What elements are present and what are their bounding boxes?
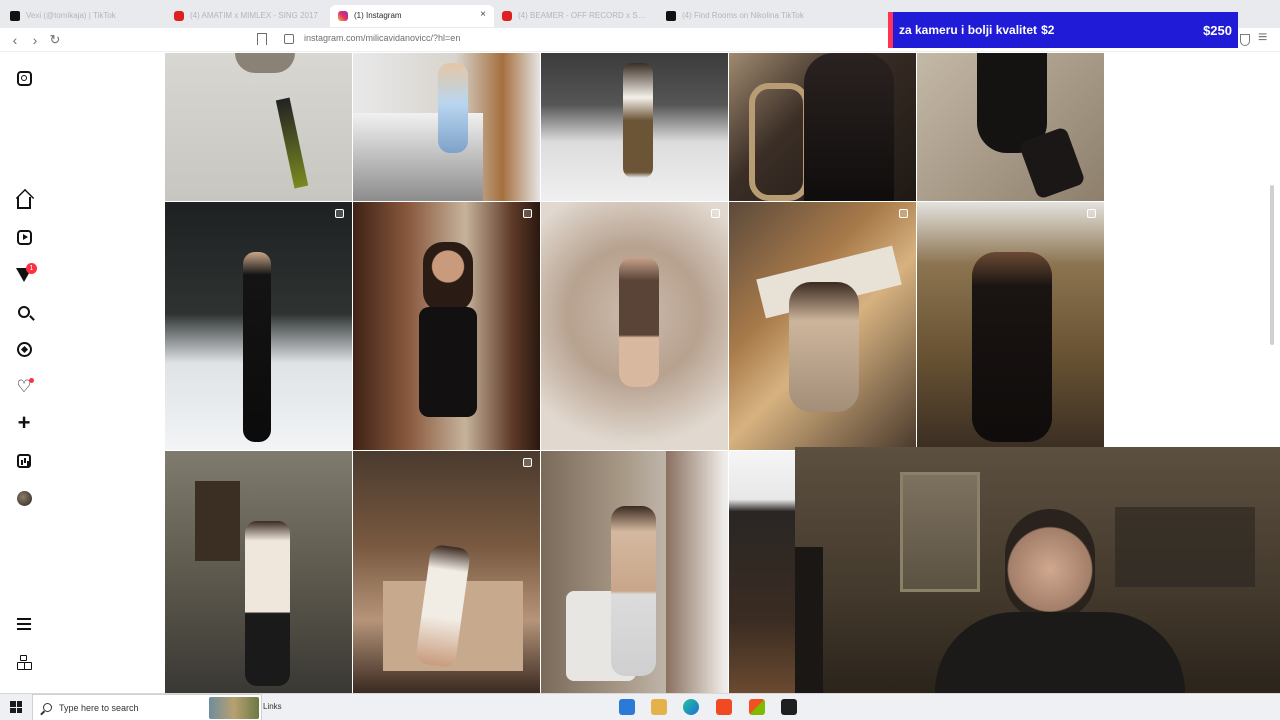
- dashboard-icon[interactable]: [14, 451, 34, 471]
- screen: Vexi (@tomikaja) | TikTok (4) AMATIM x M…: [0, 0, 1280, 720]
- taskbar-search-placeholder: Type here to search: [59, 703, 139, 713]
- carousel-icon: [899, 209, 908, 218]
- tab-youtube-amatim[interactable]: (4) AMATIM x MIMLEX - SING 2017: [166, 5, 330, 27]
- notification-dot: [29, 378, 34, 383]
- shield-icon[interactable]: [1240, 34, 1250, 46]
- windows-taskbar: Type here to search Links: [0, 693, 1280, 720]
- plus-icon: +: [17, 410, 31, 435]
- explore-icon[interactable]: [14, 339, 34, 359]
- instagram-icon: [338, 10, 348, 21]
- taskbar-search-box[interactable]: Type here to search: [32, 694, 262, 720]
- tab-title: (4) BEAMER - OFF RECORD x SCORE: [518, 11, 650, 20]
- page-scrollbar[interactable]: [1270, 185, 1274, 345]
- post-tile[interactable]: [353, 202, 540, 450]
- youtube-icon: [502, 10, 512, 21]
- post-tile[interactable]: [165, 451, 352, 693]
- brave-icon[interactable]: [716, 699, 732, 715]
- tab-title: (1) Instagram: [354, 11, 402, 20]
- donation-inline-amount: $2: [1041, 23, 1055, 37]
- page-background: [1104, 53, 1280, 447]
- webcam-chair-shape: [795, 547, 823, 693]
- carousel-icon: [711, 209, 720, 218]
- post-tile[interactable]: [165, 53, 352, 201]
- youtube-icon: [174, 10, 184, 21]
- donation-accent: [888, 12, 893, 48]
- instagram-sidebar: [0, 53, 48, 693]
- search-highlight-image: [209, 697, 259, 719]
- post-tile[interactable]: [541, 451, 728, 693]
- webcam-shelf-shape: [1115, 507, 1255, 587]
- post-tile[interactable]: [917, 202, 1104, 450]
- messages-badge: 1: [26, 263, 37, 274]
- donation-alert: za kameru i bolji kvalitet $2 $250: [888, 12, 1238, 48]
- tab-title: (4) AMATIM x MIMLEX - SING 2017: [190, 11, 318, 20]
- address-bar[interactable]: instagram.com/milicavidanovicc/?hl=en: [304, 33, 460, 43]
- edge-icon[interactable]: [683, 699, 699, 715]
- threads-icon[interactable]: [14, 652, 34, 672]
- tiktok-icon: [10, 10, 20, 21]
- reels-icon[interactable]: [14, 227, 34, 247]
- donation-message: za kameru i bolji kvalitet: [899, 23, 1038, 37]
- tab-youtube-beamer[interactable]: (4) BEAMER - OFF RECORD x SCORE: [494, 5, 658, 27]
- tab-title: Vexi (@tomikaja) | TikTok: [26, 11, 116, 20]
- store-icon[interactable]: [749, 699, 765, 715]
- webcam-feed: [795, 447, 1280, 693]
- reload-button[interactable]: ↻: [46, 31, 64, 49]
- webcam-window-shape: [900, 472, 980, 592]
- carousel-icon: [523, 458, 532, 467]
- bookmark-icon[interactable]: [257, 33, 267, 45]
- post-tile[interactable]: [165, 202, 352, 450]
- windows-start-icon[interactable]: [10, 701, 22, 713]
- webcam-person-head: [1005, 509, 1095, 619]
- back-button[interactable]: ‹: [6, 31, 24, 49]
- post-tile[interactable]: [729, 202, 916, 450]
- tiktok-icon: [666, 10, 676, 21]
- post-tile[interactable]: [917, 53, 1104, 201]
- profile-avatar[interactable]: [14, 488, 34, 508]
- search-icon: [43, 703, 52, 712]
- post-tile[interactable]: [541, 202, 728, 450]
- post-tile[interactable]: [541, 53, 728, 201]
- carousel-icon: [523, 209, 532, 218]
- donation-total: $250: [1203, 23, 1232, 38]
- tab-tiktok-rooms[interactable]: (4) Find Rooms on Nikolina TikTok: [658, 5, 822, 27]
- instagram-logo-icon[interactable]: [14, 68, 34, 88]
- tab-title: (4) Find Rooms on Nikolina TikTok: [682, 11, 804, 20]
- close-tab-icon[interactable]: ×: [480, 9, 486, 20]
- carousel-icon: [335, 209, 344, 218]
- taskbar-app-icon[interactable]: [781, 699, 797, 715]
- post-tile[interactable]: [353, 451, 540, 693]
- browser-menu-icon[interactable]: ≡: [1258, 29, 1267, 47]
- post-tile[interactable]: [729, 53, 916, 201]
- links-toolbar-label[interactable]: Links: [263, 702, 282, 711]
- post-tile[interactable]: [353, 53, 540, 201]
- file-explorer-icon[interactable]: [651, 699, 667, 715]
- carousel-icon: [1087, 209, 1096, 218]
- home-icon[interactable]: [14, 190, 34, 210]
- tab-instagram[interactable]: (1) Instagram ×: [330, 4, 494, 27]
- webcam-person-body: [935, 612, 1185, 693]
- forward-button[interactable]: ›: [26, 31, 44, 49]
- create-icon[interactable]: +: [14, 410, 34, 435]
- taskbar-app-icon[interactable]: [619, 699, 635, 715]
- search-icon[interactable]: [14, 302, 34, 322]
- site-info-icon[interactable]: [284, 34, 294, 44]
- more-menu-icon[interactable]: [14, 614, 34, 634]
- tab-tiktok-vexi[interactable]: Vexi (@tomikaja) | TikTok: [2, 5, 166, 27]
- post-tile[interactable]: [729, 451, 795, 693]
